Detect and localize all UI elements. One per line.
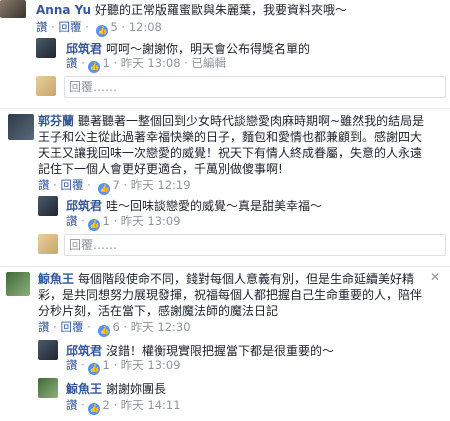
comment-meta: 讚 · 回覆 · 👍 6 · 昨天 12:30 [38,320,191,337]
thumbs-up-icon[interactable]: 👍 [88,219,101,231]
comment-text: 呵呵～謝謝你，明天會公布得獎名單的 [106,42,311,56]
divider [0,108,450,109]
reply-count: 1 [102,56,110,70]
like-link[interactable]: 讚 [66,398,78,412]
avatar[interactable] [38,196,58,216]
commenter-name[interactable]: 鯨魚王 [38,272,74,286]
timestamp[interactable]: 12:08 [129,20,162,34]
avatar[interactable] [6,272,30,296]
comment-text-line: 彩，是共同想努力展現發揮，祝福每個人都把握自己生命重要的人，陪伴 [38,288,423,302]
avatar[interactable] [38,378,58,398]
reply-link[interactable]: 回覆 [58,20,81,34]
like-count: 6 [112,320,120,334]
reply-comment: 鯨魚王 謝謝妳團長 [66,380,446,397]
reply-input[interactable]: 回覆…… [64,234,446,256]
reply-count: 1 [102,358,110,372]
close-icon[interactable]: ✕ [430,270,440,284]
commenter-name[interactable]: Anna Yu [36,3,91,17]
timestamp[interactable]: 昨天 12:30 [131,320,191,334]
thumbs-up-icon[interactable]: 👍 [96,25,109,37]
avatar [38,234,58,254]
avatar[interactable] [36,38,56,58]
comment-text-line: 聽著聽著一整個回到少女時代談戀愛肉麻時期啊~雖然我的結局是 [78,114,425,128]
comment-text: 謝謝妳團長 [106,382,167,396]
comment: Anna Yu 好聽的正常版羅蜜歐與朱麗葉，我要資料夾哦～ [36,2,446,18]
timestamp[interactable]: 昨天 13:08 [121,56,181,70]
commenter-name[interactable]: 邱筑君 [66,42,102,56]
like-count: 2 [102,398,110,412]
reply-count: 1 [102,214,110,228]
thumbs-up-icon[interactable]: 👍 [88,61,101,73]
comment-text-line: 每個階段使命不同，錢對每個人意義有別，但是生命延續美好精 [78,272,415,286]
comment-text-line: 天王又讓我回味一次戀愛的威覺！祝天下有情人終成眷屬，失意的人永遠 [38,146,423,160]
thumbs-up-icon[interactable]: 👍 [98,183,111,195]
comment-text-line: 王子和公主從此過著幸福快樂的日子，麵包和愛情也都兼顧到。感謝四大 [38,130,423,144]
like-link[interactable]: 讚 [66,214,78,228]
comment-meta: 讚 · 👍 1 · 昨天 13:09 [66,214,181,231]
like-count: 7 [112,178,120,192]
comment-text: 哇～回味談戀愛的威覺～真是甜美幸福～ [106,199,323,213]
commenter-name[interactable]: 鯨魚王 [66,382,102,396]
comment-text: 沒錯！權衡現實限把握當下都是很重要的～ [106,344,335,358]
avatar[interactable] [38,340,58,360]
reply-comment: 邱筑君 哇～回味談戀愛的威覺～真是甜美幸福～ [66,197,446,214]
avatar[interactable] [8,114,34,140]
avatar [36,76,56,96]
timestamp[interactable]: 昨天 12:19 [131,178,191,192]
commenter-name[interactable]: 邱筑君 [66,344,102,358]
edited-label[interactable]: 已編輯 [192,56,227,70]
thumbs-up-icon[interactable]: 👍 [88,403,101,415]
comment-meta: 讚 · 回覆 · 👍 7 · 昨天 12:19 [38,178,191,195]
reply-comment: 邱筑君 沒錯！權衡現實限把握當下都是很重要的～ [66,342,446,359]
commenter-name[interactable]: 邱筑君 [66,199,102,213]
like-count: 5 [110,20,118,34]
reply-input[interactable]: 回覆…… [64,76,446,98]
comment-meta: 讚 · 👍 1 · 昨天 13:09 [66,358,181,375]
like-link[interactable]: 讚 [38,320,50,334]
timestamp[interactable]: 昨天 13:09 [121,358,181,372]
timestamp[interactable]: 昨天 13:09 [121,214,181,228]
thumbs-up-icon[interactable]: 👍 [88,363,101,375]
reply-comment: 邱筑君 呵呵～謝謝你，明天會公布得獎名單的 [66,40,446,57]
comment-meta: 讚 · 👍 2 · 昨天 14:11 [66,398,181,415]
divider [0,266,450,267]
avatar[interactable] [0,0,26,18]
comment-text-line: 記住下一個人會更好更適合，千萬別做傻事啊! [38,162,283,176]
comment: 鯨魚王 每個階段使命不同，錢對每個人意義有別，但是生命延續美好精 彩，是共同想努力… [38,271,432,319]
reply-link[interactable]: 回覆 [60,320,83,334]
comment-text-line: 分秒片刻，活在當下，感謝魔法師的魔法日記 [38,304,279,318]
comment: 郭芬蘭 聽著聽著一整個回到少女時代談戀愛肉麻時期啊~雖然我的結局是 王子和公主從此… [38,113,450,177]
like-link[interactable]: 讚 [36,20,48,34]
timestamp[interactable]: 昨天 14:11 [121,398,181,412]
comment-text: 好聽的正常版羅蜜歐與朱麗葉，我要資料夾哦～ [95,3,348,17]
comment-meta: 讚 · 👍 1 · 昨天 13:08 · 已編輯 [66,56,227,73]
like-link[interactable]: 讚 [66,56,78,70]
like-link[interactable]: 讚 [38,178,50,192]
reply-link[interactable]: 回覆 [60,178,83,192]
thumbs-up-icon[interactable]: 👍 [98,325,111,337]
comment-meta: 讚 · 回覆 · 👍 5 · 12:08 [36,20,162,37]
commenter-name[interactable]: 郭芬蘭 [38,114,74,128]
like-link[interactable]: 讚 [66,358,78,372]
